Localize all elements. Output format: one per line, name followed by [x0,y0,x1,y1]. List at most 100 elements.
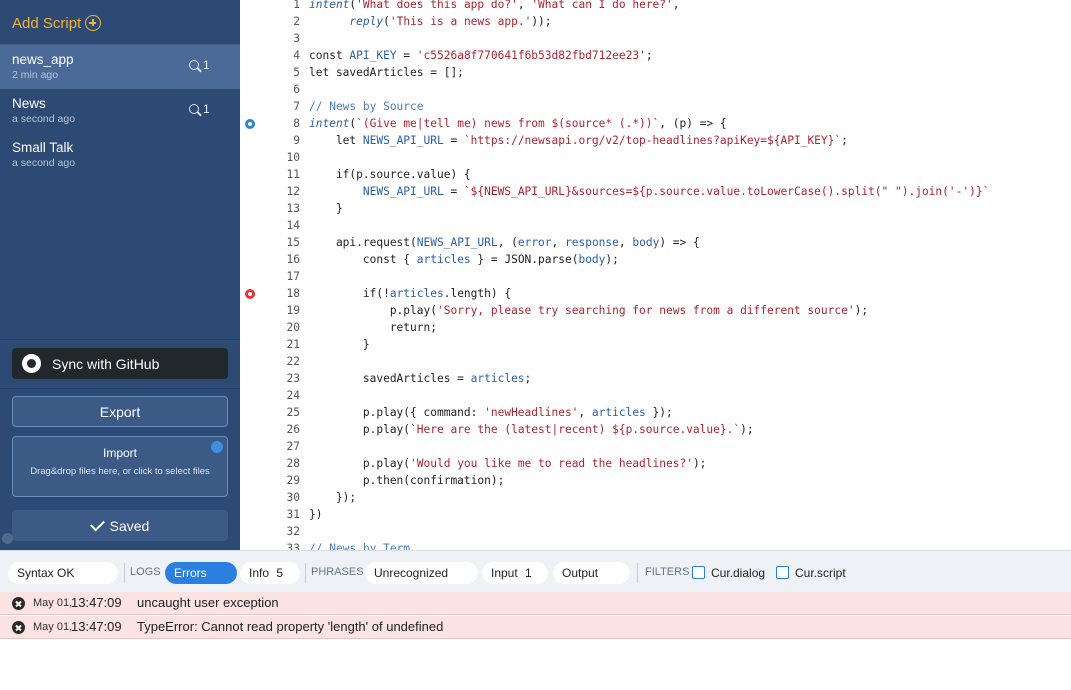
code-line[interactable]: 29 p.then(confirmation); [240,472,1071,489]
log-time: 13:47:09 [71,595,122,610]
code-line[interactable]: 19 p.play('Sorry, please try searching f… [240,302,1071,319]
errors-label: Errors [174,566,207,580]
log-time: 13:47:09 [71,619,122,634]
code-line[interactable]: 1 intent('What does this app do?', 'What … [240,0,1071,13]
sidebar: Add Script news_app 2 min ago 1 News a s… [0,0,240,550]
code-text[interactable]: if(!articles.length) { [309,285,511,302]
cur-script-checkbox[interactable] [776,566,789,579]
input-filter-button[interactable]: Input 1 [482,562,548,584]
info-icon[interactable] [2,533,13,544]
log-entry[interactable]: May 01, 13:47:09 TypeError: Cannot read … [0,616,1071,639]
code-text[interactable]: const { articles } = JSON.parse(body); [309,251,619,268]
line-number: 7 [293,100,300,113]
code-line[interactable]: 4 const API_KEY = 'c5526a8f770641f6b53d82… [240,47,1071,64]
code-editor[interactable]: 1 intent('What does this app do?', 'What … [240,0,1071,550]
code-text[interactable]: p.play({ command: 'newHeadlines', articl… [309,404,673,421]
script-search-count[interactable]: 1 [189,102,213,118]
line-number: 12 [286,185,300,198]
line-number: 14 [286,219,300,232]
code-text[interactable]: // News by Source [309,98,424,115]
error-icon [12,597,25,610]
line-number: 8 [293,117,300,130]
code-line[interactable]: 30 }); [240,489,1071,506]
sync-github-button[interactable]: Sync with GitHub [12,348,228,379]
code-line[interactable]: 27 [240,438,1071,455]
line-number: 11 [286,168,300,181]
import-hint: Drag&drop files here, or click to select… [30,466,210,477]
code-line[interactable]: 12 NEWS_API_URL = `${NEWS_API_URL}&sourc… [240,183,1071,200]
code-line[interactable]: 3 [240,30,1071,47]
code-line[interactable]: 23 savedArticles = articles; [240,370,1071,387]
code-line[interactable]: 20 return; [240,319,1071,336]
code-text[interactable]: const API_KEY = 'c5526a8f770641f6b53d82f… [309,47,653,64]
code-text[interactable]: p.play('Would you like me to read the he… [309,455,707,472]
input-count: 1 [525,566,532,580]
unrecognized-filter-button[interactable]: Unrecognized [365,562,478,584]
code-line[interactable]: 21 } [240,336,1071,353]
code-text[interactable]: p.play(`Here are the (latest|recent) ${p… [309,421,754,438]
export-button[interactable]: Export [12,396,228,427]
code-text[interactable]: } [309,200,343,217]
code-text[interactable]: api.request(NEWS_API_URL, (error, respon… [309,234,700,251]
code-line[interactable]: 17 [240,268,1071,285]
output-filter-button[interactable]: Output [553,562,630,584]
code-line[interactable]: 22 [240,353,1071,370]
code-line[interactable]: 2 reply('This is a news app.')); [240,13,1071,30]
code-text[interactable]: savedArticles = articles; [309,370,531,387]
check-icon [89,516,105,531]
add-script-button[interactable]: Add Script [12,13,102,33]
divider [305,563,306,583]
info-label: Info [249,566,270,580]
code-text[interactable]: }); [309,489,356,506]
code-text[interactable]: return; [309,319,437,336]
code-line[interactable]: 11 if(p.source.value) { [240,166,1071,183]
code-text[interactable]: let NEWS_API_URL = `https://newsapi.org/… [309,132,848,149]
code-line[interactable]: 5 let savedArticles = []; [240,64,1071,81]
code-text[interactable]: }) [309,506,322,523]
code-line[interactable]: 6 [240,81,1071,98]
code-text[interactable]: reply('This is a news app.')); [309,13,551,30]
help-icon[interactable] [211,441,223,453]
saved-button[interactable]: Saved [12,510,228,541]
code-text[interactable]: intent(`(Give me|tell me) news from $(so… [309,115,727,132]
code-line[interactable]: 31}) [240,506,1071,523]
log-message: TypeError: Cannot read property 'length'… [137,619,444,634]
syntax-status[interactable]: Syntax OK [8,562,118,584]
code-text[interactable]: p.play('Sorry, please try searching for … [309,302,868,319]
code-line[interactable]: 28 p.play('Would you like me to read the… [240,455,1071,472]
import-dropzone[interactable]: Import Drag&drop files here, or click to… [12,436,228,497]
code-text[interactable]: if(p.source.value) { [309,166,471,183]
sync-github-label: Sync with GitHub [52,355,160,372]
code-line[interactable]: 24 [240,387,1071,404]
script-search-count[interactable]: 1 [189,58,213,74]
code-text[interactable]: p.then(confirmation); [309,472,504,489]
script-item-news[interactable]: News a second ago 1 [0,89,240,133]
code-line[interactable]: 26 p.play(`Here are the (latest|recent) … [240,421,1071,438]
code-line[interactable]: 33 // News by Term [240,540,1071,550]
script-item-news-app[interactable]: news_app 2 min ago 1 [0,45,240,89]
code-line[interactable]: 14 [240,217,1071,234]
cur-dialog-checkbox[interactable] [692,566,705,579]
errors-filter-button[interactable]: Errors [165,562,237,584]
code-text[interactable]: } [309,336,370,353]
script-item-small-talk[interactable]: Small Talk a second ago [0,133,240,177]
code-text[interactable]: intent('What does this app do?', 'What c… [309,0,680,13]
code-line[interactable]: 16 const { articles } = JSON.parse(body)… [240,251,1071,268]
code-line[interactable]: 10 [240,149,1071,166]
log-entry[interactable]: May 01, 13:47:09 uncaught user exception [0,592,1071,615]
line-number: 25 [286,406,300,419]
code-text[interactable]: let savedArticles = []; [309,64,464,81]
divider [0,339,240,340]
code-line[interactable]: 7 // News by Source [240,98,1071,115]
code-line[interactable]: 13 } [240,200,1071,217]
code-line[interactable]: 18 if(!articles.length) { [240,285,1071,302]
code-line[interactable]: 32 [240,523,1071,540]
code-line[interactable]: 9 let NEWS_API_URL = `https://newsapi.or… [240,132,1071,149]
code-line[interactable]: 25 p.play({ command: 'newHeadlines', art… [240,404,1071,421]
code-line[interactable]: 15 api.request(NEWS_API_URL, (error, res… [240,234,1071,251]
info-filter-button[interactable]: Info 5 [240,562,300,584]
code-text[interactable]: NEWS_API_URL = `${NEWS_API_URL}&sources=… [309,183,989,200]
search-icon [189,104,199,114]
code-line[interactable]: 8 intent(`(Give me|tell me) news from $(s… [240,115,1071,132]
code-text[interactable]: // News by Term [309,540,410,550]
